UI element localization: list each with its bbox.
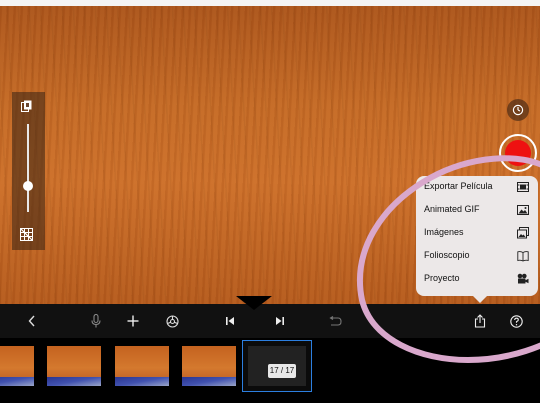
undo-button[interactable] [323,304,347,338]
onion-skin-panel [12,92,45,250]
onion-skin-slider-knob[interactable] [23,181,33,191]
menu-item-animated-gif[interactable]: Animated GIF [416,199,538,222]
menu-item-project[interactable]: Proyecto [416,268,538,291]
record-button-ring[interactable] [499,134,537,172]
menu-item-label: Folioscopio [424,250,470,260]
skip-to-start-button[interactable] [218,304,242,338]
filmstrip-frame[interactable] [47,346,101,386]
share-button[interactable] [468,304,492,338]
frame-cloth [47,377,101,386]
settings-button[interactable] [160,304,184,338]
back-chevron-icon [28,315,35,327]
current-frame-thumbnail: 17 / 17 [248,346,306,386]
microphone-button[interactable] [84,304,108,338]
menu-item-images[interactable]: Imágenes [416,222,538,245]
share-icon [474,314,486,328]
menu-item-label: Animated GIF [424,204,480,214]
frame-cloth [182,377,236,386]
film-camera-icon [517,273,529,284]
frame-cloth [115,377,169,386]
filmstrip-frame[interactable] [0,346,34,386]
menu-item-label: Proyecto [424,273,460,283]
menu-item-label: Exportar Película [424,181,493,191]
frame-counter: 17 / 17 [268,364,296,378]
film-icon [517,182,529,192]
add-frame-button[interactable] [121,304,145,338]
microphone-icon [91,314,101,328]
menu-item-export-movie[interactable]: Exportar Película [416,176,538,199]
frame-cloth [0,377,34,386]
filmstrip-frame[interactable] [115,346,169,386]
undo-icon [329,316,342,326]
grid-icon[interactable] [20,228,33,241]
share-menu: Exportar Película Animated GIF Imágenes … [416,176,538,303]
onion-skin-icon[interactable] [21,100,32,112]
skip-to-end-button[interactable] [268,304,292,338]
current-frame-slot[interactable]: 17 / 17 [242,340,312,392]
menu-item-flipbook[interactable]: Folioscopio [416,245,538,268]
record-button[interactable] [505,140,531,166]
add-icon [127,315,139,327]
filmstrip-frame[interactable] [182,346,236,386]
images-icon [517,227,529,239]
book-icon [517,251,529,262]
timer-icon [512,104,524,116]
settings-icon [165,314,179,328]
status-bar-strip [0,0,540,6]
image-icon [517,205,529,215]
help-button[interactable] [504,304,528,338]
menu-item-label: Imágenes [424,227,464,237]
skip-end-icon [276,317,284,325]
skip-start-icon [226,317,234,325]
help-icon [509,314,523,328]
back-button[interactable] [20,304,44,338]
timer-button[interactable] [507,99,529,121]
onion-skin-slider[interactable] [27,124,29,212]
